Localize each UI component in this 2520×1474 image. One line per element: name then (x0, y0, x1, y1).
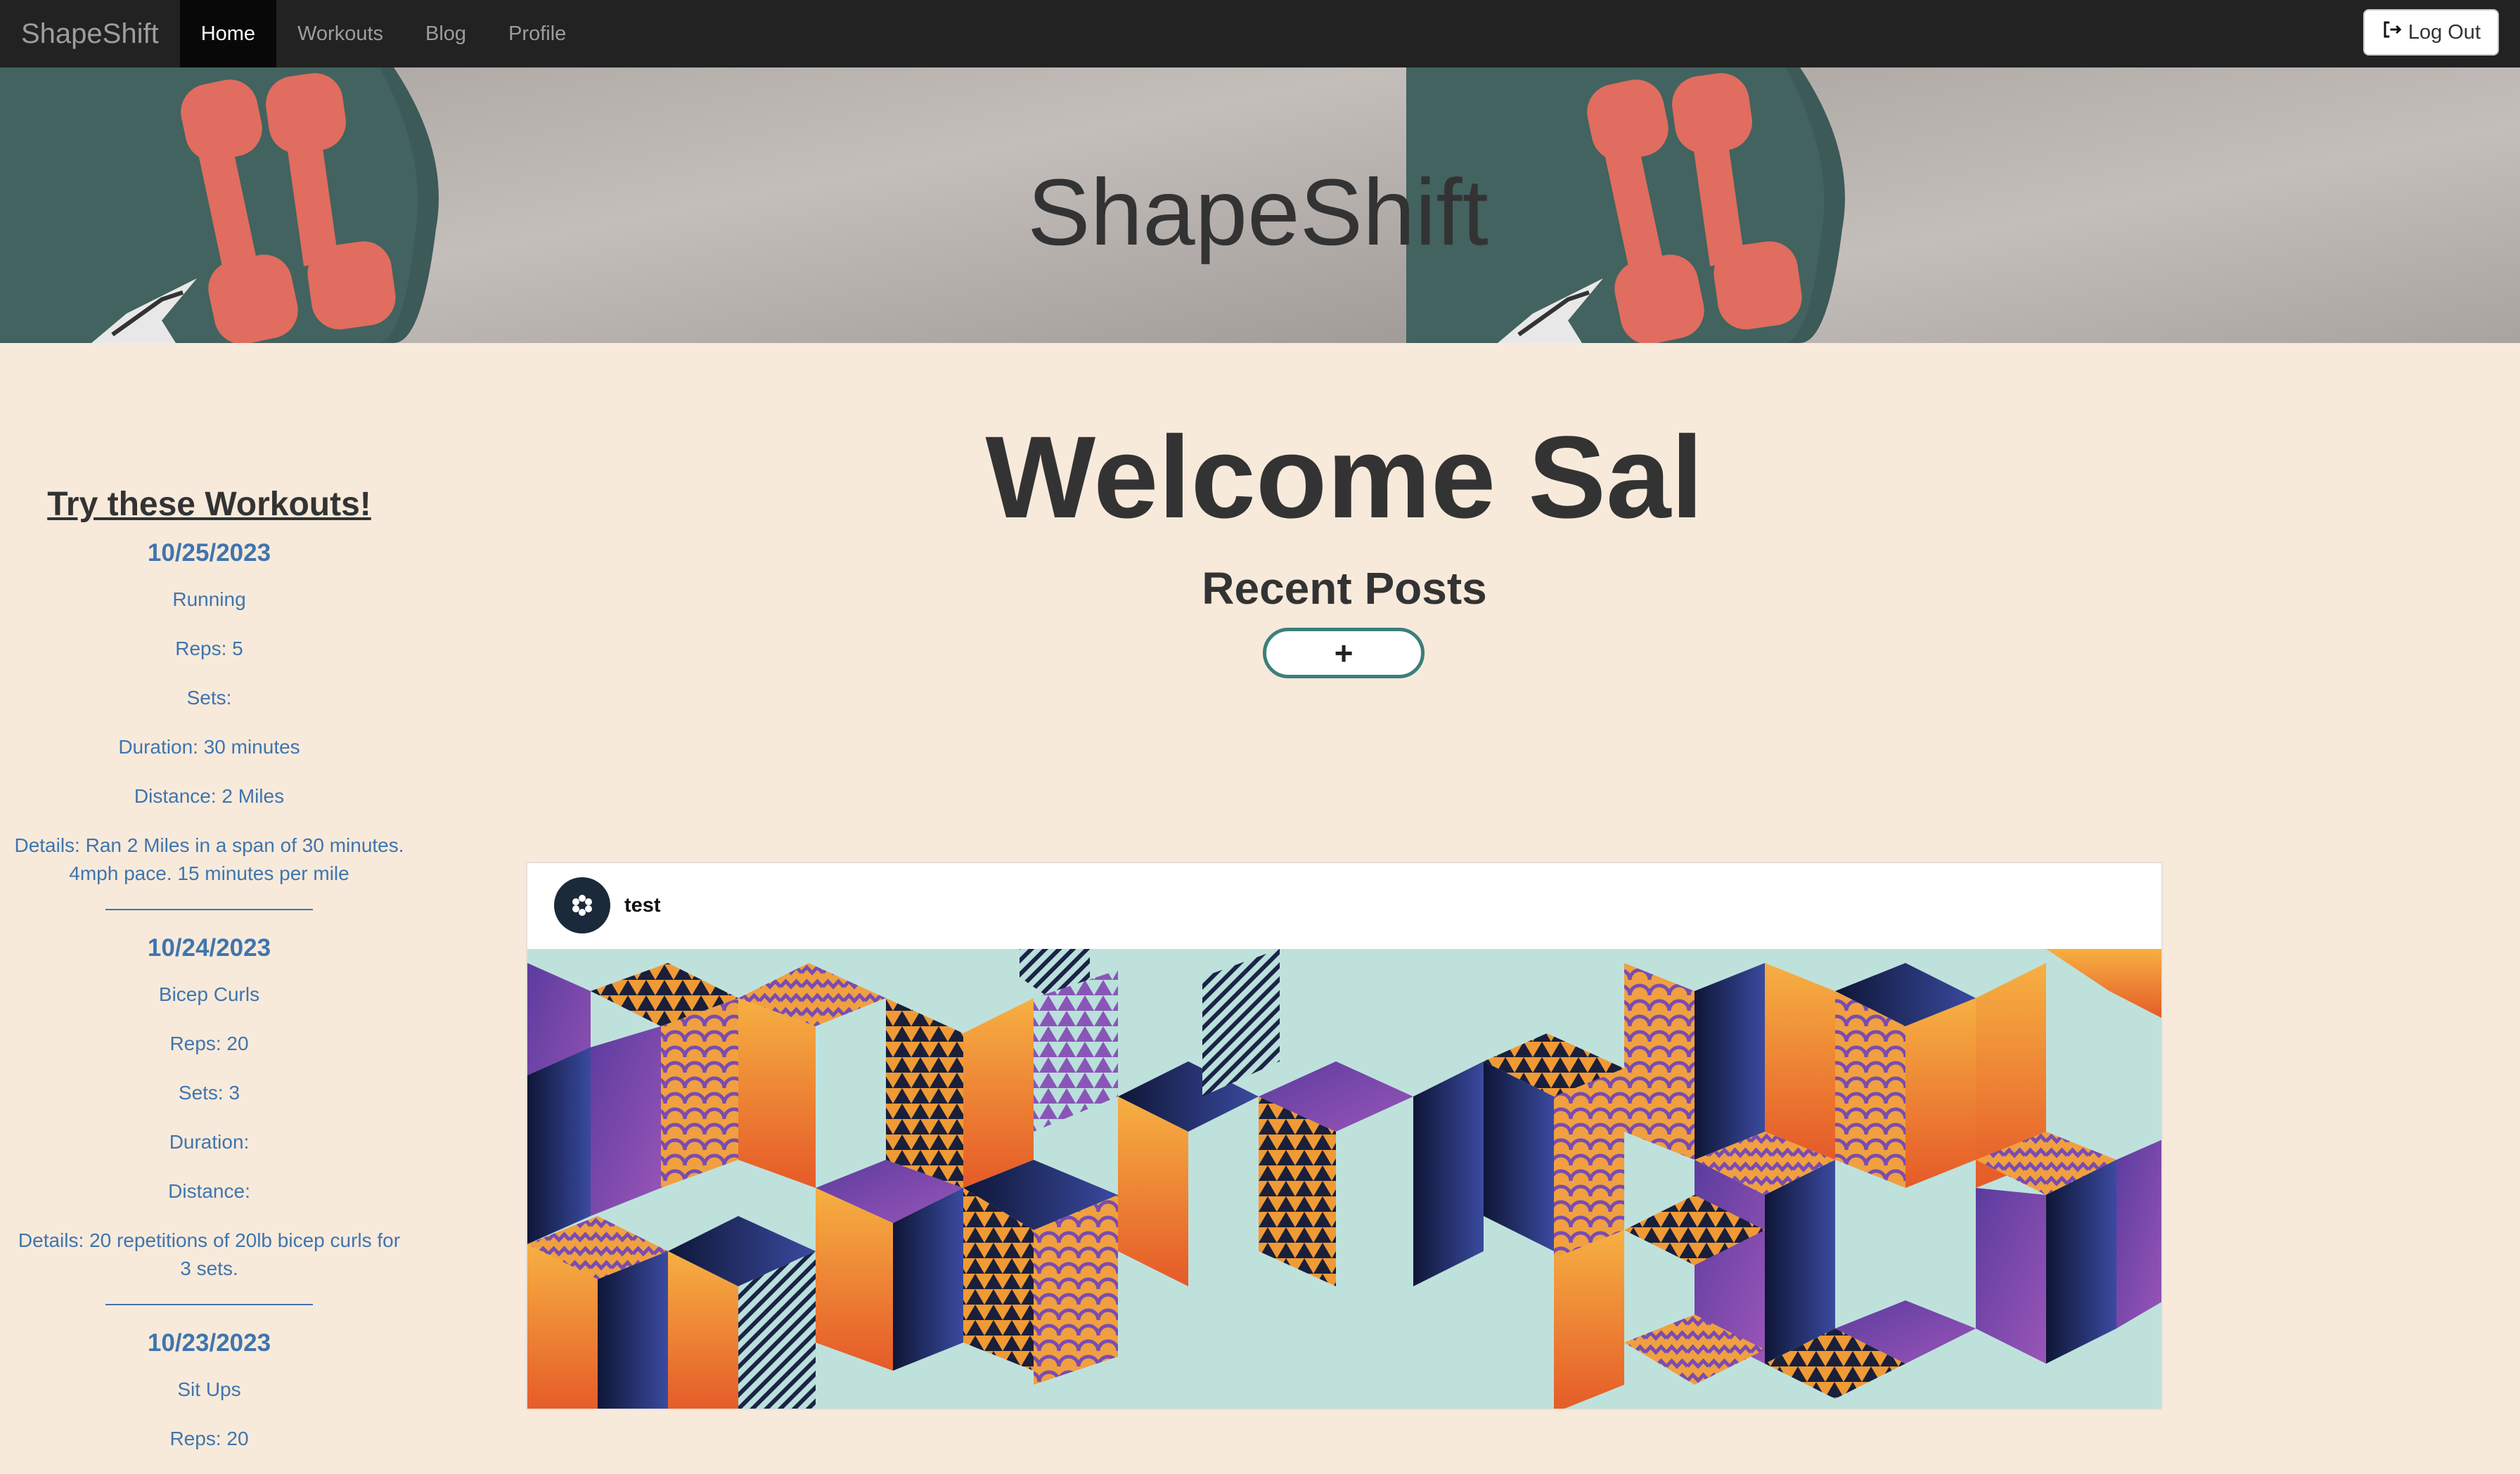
add-post-button[interactable]: + (1263, 628, 1425, 678)
workout-distance: Distance: (168, 1180, 250, 1202)
navbar-brand[interactable]: ShapeShift (0, 0, 180, 67)
nav-item-profile[interactable]: Profile (487, 0, 587, 67)
logout-label: Log Out (2408, 20, 2481, 44)
workout-sets: Sets: 3 (178, 1082, 240, 1104)
post-author[interactable]: test (624, 894, 661, 917)
post-header: test (527, 863, 2161, 948)
workout-duration: Duration: (169, 1131, 250, 1153)
workout-suggestions-sidebar: Try these Workouts! 10/25/2023 Running R… (14, 485, 404, 1474)
workout-divider (105, 1304, 313, 1305)
workout-name: Sit Ups (177, 1378, 241, 1400)
workout-divider (105, 909, 313, 910)
workout-reps: Reps: 20 (169, 1033, 249, 1054)
banner-title: ShapeShift (1027, 160, 1489, 265)
nav-item-home[interactable]: Home (179, 0, 277, 67)
recent-posts-heading: Recent Posts (1202, 563, 1487, 614)
welcome-heading: Welcome Sal (985, 413, 1704, 543)
sign-out-icon (2381, 19, 2403, 46)
nav-item-blog[interactable]: Blog (404, 0, 487, 67)
logout-button[interactable]: Log Out (2362, 9, 2499, 56)
workout-reps: Reps: 20 (169, 1428, 249, 1449)
workout-distance: Distance: 2 Miles (134, 785, 285, 807)
workout-sets: Sets: (186, 687, 232, 709)
workout-duration: Duration: 30 minutes (118, 736, 300, 758)
nav-item-workouts[interactable]: Workouts (276, 0, 404, 67)
shapeshift-logo-icon (554, 877, 610, 933)
hero-banner: ShapeShift (0, 67, 2520, 343)
plus-icon: + (1334, 635, 1354, 671)
workout-reps: Reps: 5 (175, 638, 243, 659)
workout-name: Bicep Curls (158, 983, 260, 1005)
workout-entry: 10/23/2023 Sit Ups Reps: 20 (14, 1329, 404, 1453)
workout-details: Details: 20 repetitions of 20lb bicep cu… (18, 1229, 401, 1279)
top-navbar: ShapeShift Home Workouts Blog Profile Lo… (0, 0, 2520, 67)
workout-details: Details: Ran 2 Miles in a span of 30 min… (14, 834, 404, 884)
workout-date: 10/24/2023 (147, 934, 271, 962)
workout-entry: 10/24/2023 Bicep Curls Reps: 20 Sets: 3 … (14, 934, 404, 1283)
workout-date: 10/23/2023 (147, 1329, 271, 1357)
post-card[interactable]: test (526, 862, 2163, 1410)
post-image (527, 949, 2161, 1409)
